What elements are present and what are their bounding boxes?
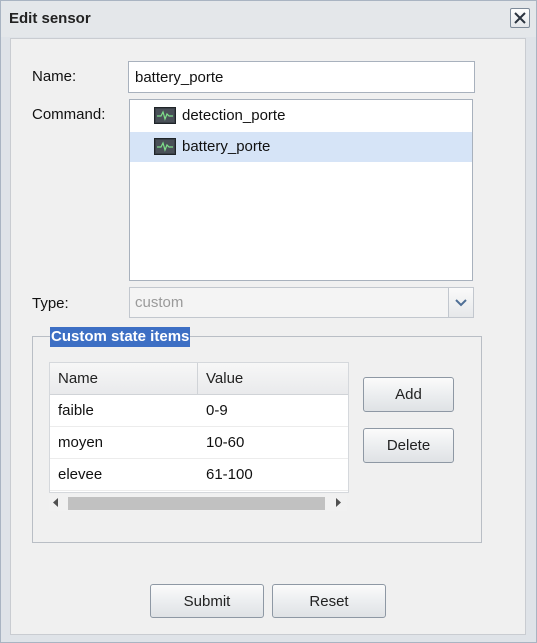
dialog-title: Edit sensor	[9, 10, 91, 27]
command-item-battery-porte[interactable]: battery_porte	[130, 132, 472, 162]
command-item-detection-porte[interactable]: detection_porte	[130, 101, 472, 131]
column-separator	[197, 363, 198, 394]
command-item-label: battery_porte	[182, 138, 271, 155]
delete-button[interactable]: Delete	[363, 428, 454, 463]
column-header-name[interactable]: Name	[58, 370, 98, 387]
delete-button-label: Delete	[386, 437, 431, 454]
grid-header: Name Value	[50, 363, 348, 395]
cell-name: elevee	[58, 466, 103, 483]
cell-name: moyen	[58, 434, 104, 451]
name-label: Name:	[32, 68, 77, 85]
cell-name: faible	[58, 402, 94, 419]
type-combobox[interactable]: custom	[129, 287, 474, 318]
table-row[interactable]: moyen 10-60	[50, 427, 348, 459]
add-button-label: Add	[395, 386, 422, 403]
sensor-icon	[154, 107, 176, 124]
sensor-icon	[154, 138, 176, 155]
scroll-left-icon[interactable]	[53, 498, 59, 507]
type-dropdown-trigger[interactable]	[448, 288, 473, 317]
type-value: custom	[135, 294, 184, 311]
type-label: Type:	[32, 295, 69, 312]
close-icon	[514, 12, 526, 24]
cell-value: 61-100	[206, 466, 253, 483]
command-item-label: detection_porte	[182, 107, 286, 124]
command-list[interactable]: detection_porte battery_porte	[129, 99, 473, 281]
reset-button[interactable]: Reset	[272, 584, 386, 618]
scroll-right-icon[interactable]	[335, 498, 341, 507]
cell-value: 10-60	[206, 434, 245, 451]
scrollbar-thumb[interactable]	[68, 497, 325, 510]
dialog-titlebar[interactable]: Edit sensor	[1, 1, 536, 37]
cell-value: 0-9	[206, 402, 228, 419]
reset-button-label: Reset	[309, 592, 349, 610]
custom-state-legend: Custom state items	[50, 327, 191, 347]
custom-state-grid: Name Value faible 0-9 moyen 10-60 elevee…	[49, 362, 349, 493]
command-label: Command:	[32, 106, 106, 123]
table-row[interactable]: elevee 61-100	[50, 459, 348, 491]
add-button[interactable]: Add	[363, 377, 454, 412]
column-header-value[interactable]: Value	[206, 370, 243, 387]
name-input[interactable]	[128, 61, 475, 93]
submit-button-label: Submit	[183, 592, 231, 610]
grid-horizontal-scrollbar[interactable]	[49, 494, 347, 511]
submit-button[interactable]: Submit	[150, 584, 264, 618]
chevron-down-icon	[455, 299, 467, 307]
close-button[interactable]	[510, 8, 530, 28]
table-row[interactable]: faible 0-9	[50, 395, 348, 427]
